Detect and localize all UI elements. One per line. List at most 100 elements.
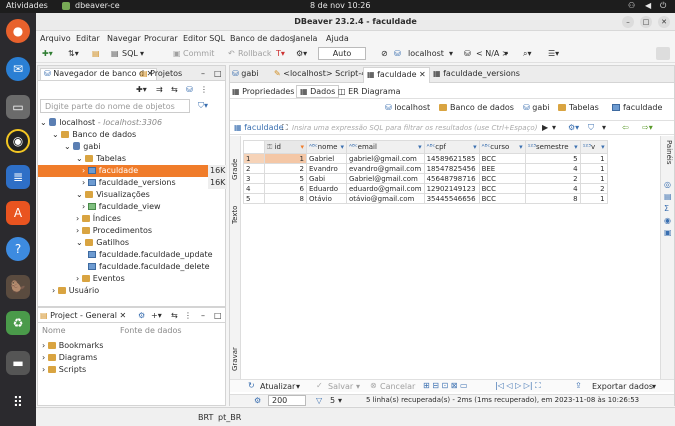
tab-projetos[interactable]: ▤ Projetos [140, 69, 182, 78]
menu-editar[interactable]: Editar [76, 34, 100, 43]
transaction-mode-icon[interactable]: T▾ [276, 49, 285, 58]
tab-faculdade[interactable]: ▦ faculdade ✕ [363, 67, 430, 83]
activities-button[interactable]: Atividades [6, 1, 48, 10]
project-item-scripts[interactable]: › Scripts [42, 364, 86, 376]
project-link-icon[interactable]: ⇆ [171, 311, 178, 320]
record-view-label[interactable]: Gravar [231, 341, 240, 371]
menu-procurar[interactable]: Procurar [144, 34, 178, 43]
row-number[interactable]: 2 [243, 163, 265, 174]
row-number[interactable]: 4 [243, 183, 265, 194]
clock[interactable]: 8 de nov 10:26 [310, 1, 370, 10]
minimize-panel-icon[interactable]: – [201, 311, 205, 320]
app-grid-icon[interactable]: ⠿ [6, 391, 30, 415]
connection-selector-icon[interactable]: ⊘ [381, 49, 388, 58]
cell-v[interactable]: 2 [579, 183, 608, 194]
thunderbird-icon[interactable]: ✉ [6, 57, 30, 81]
grid-view-label[interactable]: Grade [231, 150, 240, 180]
tab-script-4[interactable]: ✎ <localhost> Script-4 [274, 69, 366, 78]
cell-cpf[interactable]: 45648798716 [423, 173, 480, 184]
fetch-all-icon[interactable]: ▽ [316, 396, 322, 405]
tree-users[interactable]: › Usuário [52, 285, 99, 297]
cell-email[interactable]: evandro@gmail.com [346, 163, 425, 174]
menu-navegar[interactable]: Navegar [107, 34, 141, 43]
breadcrumb-localhost[interactable]: ⛁ localhost [385, 103, 430, 112]
forward-icon[interactable]: ⇨▾ [642, 123, 653, 132]
cell-v[interactable]: 1 [579, 173, 608, 184]
help-icon[interactable]: ? [6, 237, 30, 261]
commit-mode-field[interactable]: Auto [318, 47, 366, 60]
cell-cpf[interactable]: 35445546656 [423, 193, 480, 204]
project-settings-icon[interactable]: ⚙ [138, 311, 145, 320]
sql-editor-button[interactable]: SQL [122, 49, 138, 58]
new-connection-icon[interactable]: ✚▾ [42, 49, 53, 58]
menu-janela[interactable]: Janela [293, 34, 317, 43]
panel-icon[interactable]: ◉ [664, 216, 671, 225]
column-header-curso[interactable]: ᴬᴮᶜcurso ▾ [478, 140, 526, 154]
cell-semestre[interactable]: 4 [524, 183, 581, 194]
volume-icon[interactable]: ◀ [645, 1, 651, 10]
cell-email[interactable]: Gabriel@gmail.com [346, 173, 425, 184]
table-row[interactable]: 2 2 Evandro evandro@gmail.com 1854782545… [243, 163, 608, 174]
column-header-email[interactable]: ᴬᴮᶜemail ▾ [346, 140, 425, 154]
refresh-dropdown-icon[interactable]: ▾ [296, 382, 300, 391]
tab-gabi[interactable]: ⛁ gabi [232, 69, 259, 78]
connection-dropdown-icon[interactable]: ▾ [449, 49, 453, 58]
filter-settings-icon[interactable]: ⚙▾ [568, 123, 579, 132]
project-item-diagrams[interactable]: › Diagrams [42, 352, 97, 364]
files-icon[interactable]: ▭ [6, 95, 30, 119]
tree-indexes[interactable]: › Índices [76, 213, 121, 225]
breadcrumb-banco[interactable]: Banco de dados [439, 103, 514, 112]
connect-icon[interactable]: ⇅▾ [68, 49, 79, 58]
tree-views[interactable]: ⌄ Visualizações [76, 189, 150, 201]
settings-icon[interactable]: ⚙ [254, 396, 261, 405]
commit-button[interactable]: Commit [183, 49, 214, 58]
tab-faculdade-versions[interactable]: ▦ faculdade_versions [433, 69, 520, 78]
row-count-dropdown-icon[interactable]: ▾ [338, 396, 342, 405]
rollback-icon[interactable]: ↶ [228, 49, 235, 58]
export-button[interactable]: Exportar dados [592, 382, 653, 391]
tree-schema[interactable]: ⌄ gabi [64, 141, 101, 153]
save-button[interactable]: Salvar [328, 382, 353, 391]
filter-history-icon[interactable]: ▾ [552, 123, 556, 132]
tree-tables[interactable]: ⌄ Tabelas [76, 153, 126, 165]
back-icon[interactable]: ⇦ [622, 123, 629, 132]
tree-view-faculdade[interactable]: › faculdade_view [82, 201, 161, 213]
transaction-log-icon[interactable]: ⚙▾ [296, 49, 307, 58]
menu-banco-de-dados[interactable]: Banco de dados [230, 34, 294, 43]
tree-procedures[interactable]: › Procedimentos [76, 225, 152, 237]
cell-email[interactable]: otávio@gmail.com [346, 193, 425, 204]
sql-dropdown-icon[interactable]: ▾ [140, 49, 144, 58]
maximize-panel-icon[interactable]: □ [214, 69, 222, 78]
breadcrumb-gabi[interactable]: ⛁ gabi [523, 103, 550, 112]
cell-v[interactable]: 1 [579, 163, 608, 174]
navigator-menu-icon[interactable]: ⋮ [200, 85, 208, 94]
cell-id[interactable]: 8 [264, 193, 307, 204]
breadcrumb-tabelas[interactable]: Tabelas [558, 103, 599, 112]
column-header-v[interactable]: ¹²³v ▾ [579, 140, 608, 154]
cell-nome[interactable]: Gabriel [306, 153, 347, 164]
project-menu-icon[interactable]: ⋮ [184, 311, 192, 320]
link-icon[interactable]: ⇆ [171, 85, 178, 94]
cell-nome[interactable]: Gabi [306, 173, 347, 184]
filter-icon[interactable]: ⛉▾ [198, 101, 208, 111]
table-row[interactable]: 3 5 Gabi Gabriel@gmail.com 45648798716 B… [243, 173, 608, 184]
firefox-icon[interactable]: ● [6, 19, 30, 43]
panel-icon[interactable]: ▤ [664, 192, 672, 201]
minimize-button[interactable]: – [622, 16, 634, 28]
menu-ajuda[interactable]: Ajuda [326, 34, 349, 43]
cell-email[interactable]: gabriel@gmail.com [346, 153, 425, 164]
open-sql-icon[interactable]: ▤ [92, 49, 100, 58]
collapse-icon[interactable]: ⇉ [156, 85, 163, 94]
cell-cpf[interactable]: 14589621585 [423, 153, 480, 164]
cell-curso[interactable]: BCC [478, 153, 526, 164]
navigator-filter-input[interactable]: Digite parte do nome de objetos [40, 99, 190, 113]
table-row[interactable]: 5 8 Otávio otávio@gmail.com 35445546656 … [243, 193, 608, 204]
software-icon[interactable]: A [6, 201, 30, 225]
tree-table-faculdade-versions[interactable]: › faculdade_versions [82, 177, 176, 189]
maximize-panel-icon[interactable]: □ [214, 311, 222, 320]
maximize-button[interactable]: □ [640, 16, 652, 28]
subtab-propriedades[interactable]: ▦ Propriedades [232, 87, 294, 96]
cell-nome[interactable]: Evandro [306, 163, 347, 174]
save-icon[interactable]: ✓ [316, 381, 323, 390]
filter-input[interactable]: Insira uma expressão SQL para filtrar os… [292, 122, 540, 134]
